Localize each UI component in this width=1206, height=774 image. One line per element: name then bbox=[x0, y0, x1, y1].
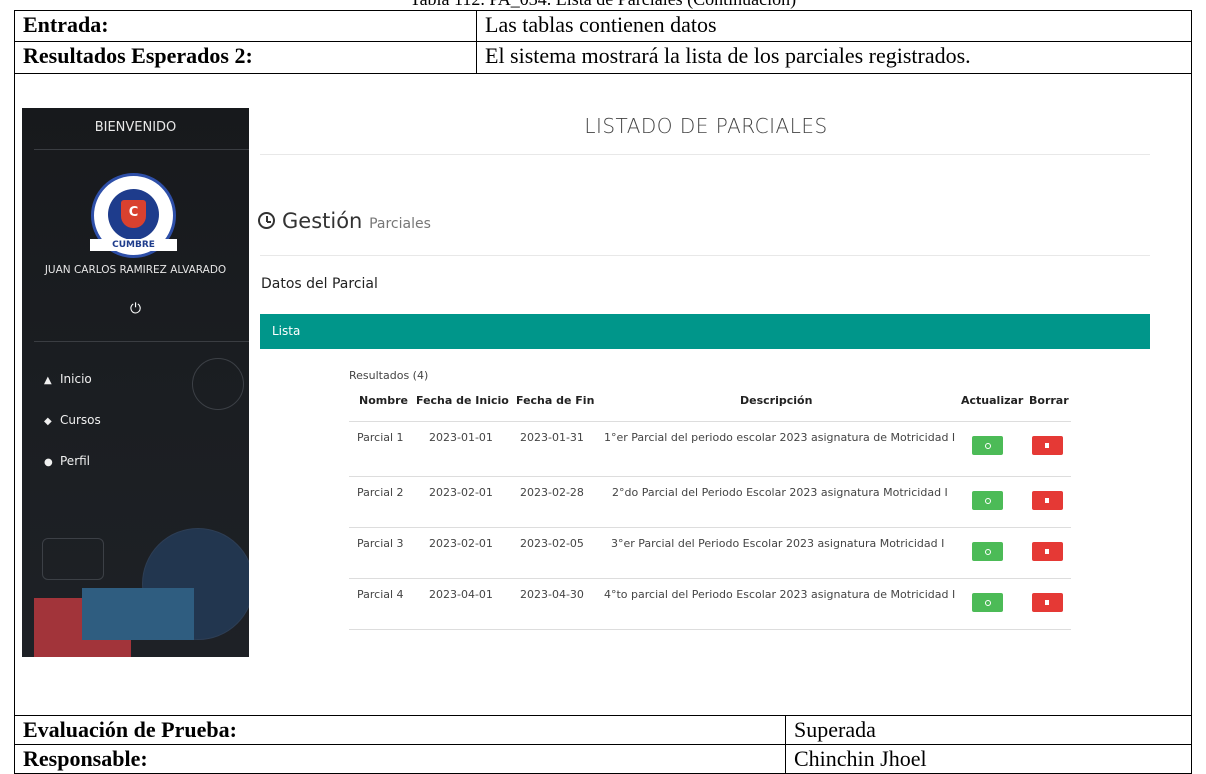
divider bbox=[260, 255, 1150, 256]
cell-nombre: Parcial 4 bbox=[357, 588, 404, 601]
cell-inicio: 2023-01-01 bbox=[429, 431, 493, 444]
decor-calculator bbox=[42, 538, 104, 580]
entrada-value: Las tablas contienen datos bbox=[476, 10, 1192, 42]
divider bbox=[34, 341, 249, 342]
responsable-value: Chinchin Jhoel bbox=[785, 744, 1192, 774]
school-logo: C CUMBRE bbox=[90, 173, 177, 258]
sidebar-item-inicio[interactable]: ▲ Inicio bbox=[44, 372, 92, 386]
sidebar-welcome: BIENVENIDO bbox=[94, 120, 177, 135]
cell-fin: 2023-02-05 bbox=[520, 537, 584, 550]
sidebar-item-cursos[interactable]: ◆ Cursos bbox=[44, 413, 101, 427]
delete-button[interactable] bbox=[1032, 542, 1063, 561]
cell-nombre: Parcial 1 bbox=[357, 431, 404, 444]
column-header: Fecha de Fin bbox=[516, 394, 595, 407]
cell-descripcion: 2°do Parcial del Periodo Escolar 2023 as… bbox=[612, 486, 948, 499]
evaluacion-value: Superada bbox=[785, 715, 1192, 745]
table-row: Parcial 1 2023-01-01 2023-01-31 1°er Par… bbox=[349, 421, 1071, 472]
table-row: Parcial 2 2023-02-01 2023-02-28 2°do Par… bbox=[349, 476, 1071, 527]
panel-header: Lista bbox=[260, 314, 1150, 349]
cell-descripcion: 4°to parcial del Periodo Escolar 2023 as… bbox=[604, 588, 956, 601]
user-name: JUAN CARLOS RAMIREZ ALVARADO bbox=[44, 264, 227, 276]
column-header: Borrar bbox=[1029, 394, 1069, 407]
sidebar: BIENVENIDO C CUMBRE JUAN CARLOS RAMIREZ … bbox=[22, 108, 249, 657]
cell-nombre: Parcial 2 bbox=[357, 486, 404, 499]
cell-fin: 2023-02-28 bbox=[520, 486, 584, 499]
entrada-label: Entrada: bbox=[14, 10, 477, 42]
resultados-value: El sistema mostrará la lista de los parc… bbox=[476, 41, 1192, 74]
cell-descripcion: 1°er Parcial del periodo escolar 2023 as… bbox=[604, 431, 956, 444]
decor-books-blue bbox=[82, 588, 194, 640]
cell-inicio: 2023-02-01 bbox=[429, 486, 493, 499]
cell-nombre: Parcial 3 bbox=[357, 537, 404, 550]
delete-button[interactable] bbox=[1032, 436, 1063, 455]
cell-fin: 2023-01-31 bbox=[520, 431, 584, 444]
evaluacion-label: Evaluación de Prueba: bbox=[14, 715, 786, 745]
cell-descripcion: 3°er Parcial del Periodo Escolar 2023 as… bbox=[611, 537, 945, 550]
update-button[interactable] bbox=[972, 593, 1003, 612]
datos-label: Datos del Parcial bbox=[261, 276, 378, 292]
decor-sun bbox=[192, 358, 244, 410]
home-icon: ▲ bbox=[44, 375, 52, 386]
responsable-label: Responsable: bbox=[14, 744, 786, 774]
cell-inicio: 2023-04-01 bbox=[429, 588, 493, 601]
results-count: Resultados (4) bbox=[349, 369, 429, 382]
table-caption: Tabla 112. PA_034. Lista de Parciales (C… bbox=[0, 0, 1206, 10]
delete-button[interactable] bbox=[1032, 491, 1063, 510]
section-title: Gestión Parciales bbox=[258, 209, 431, 233]
table-row: Parcial 4 2023-04-01 2023-04-30 4°to par… bbox=[349, 578, 1071, 630]
update-button[interactable] bbox=[972, 436, 1003, 455]
delete-button[interactable] bbox=[1032, 593, 1063, 612]
table-row: Parcial 3 2023-02-01 2023-02-05 3°er Par… bbox=[349, 527, 1071, 578]
clock-icon bbox=[258, 212, 275, 229]
sidebar-item-perfil[interactable]: ● Perfil bbox=[44, 454, 90, 468]
column-header: Actualizar bbox=[961, 394, 1024, 407]
user-icon: ● bbox=[44, 457, 53, 468]
graduation-cap-icon: ◆ bbox=[44, 416, 52, 427]
cell-fin: 2023-04-30 bbox=[520, 588, 584, 601]
divider bbox=[260, 154, 1150, 155]
power-icon[interactable]: ⏻ bbox=[22, 301, 249, 317]
column-header: Fecha de Inicio bbox=[416, 394, 509, 407]
resultados-label: Resultados Esperados 2: bbox=[14, 41, 477, 74]
update-button[interactable] bbox=[972, 542, 1003, 561]
section-subtitle: Parciales bbox=[369, 216, 431, 232]
cell-inicio: 2023-02-01 bbox=[429, 537, 493, 550]
update-button[interactable] bbox=[972, 491, 1003, 510]
page-title: LISTADO DE PARCIALES bbox=[584, 114, 828, 138]
column-header: Descripción bbox=[740, 394, 813, 407]
divider bbox=[34, 149, 249, 150]
column-header: Nombre bbox=[359, 394, 408, 407]
